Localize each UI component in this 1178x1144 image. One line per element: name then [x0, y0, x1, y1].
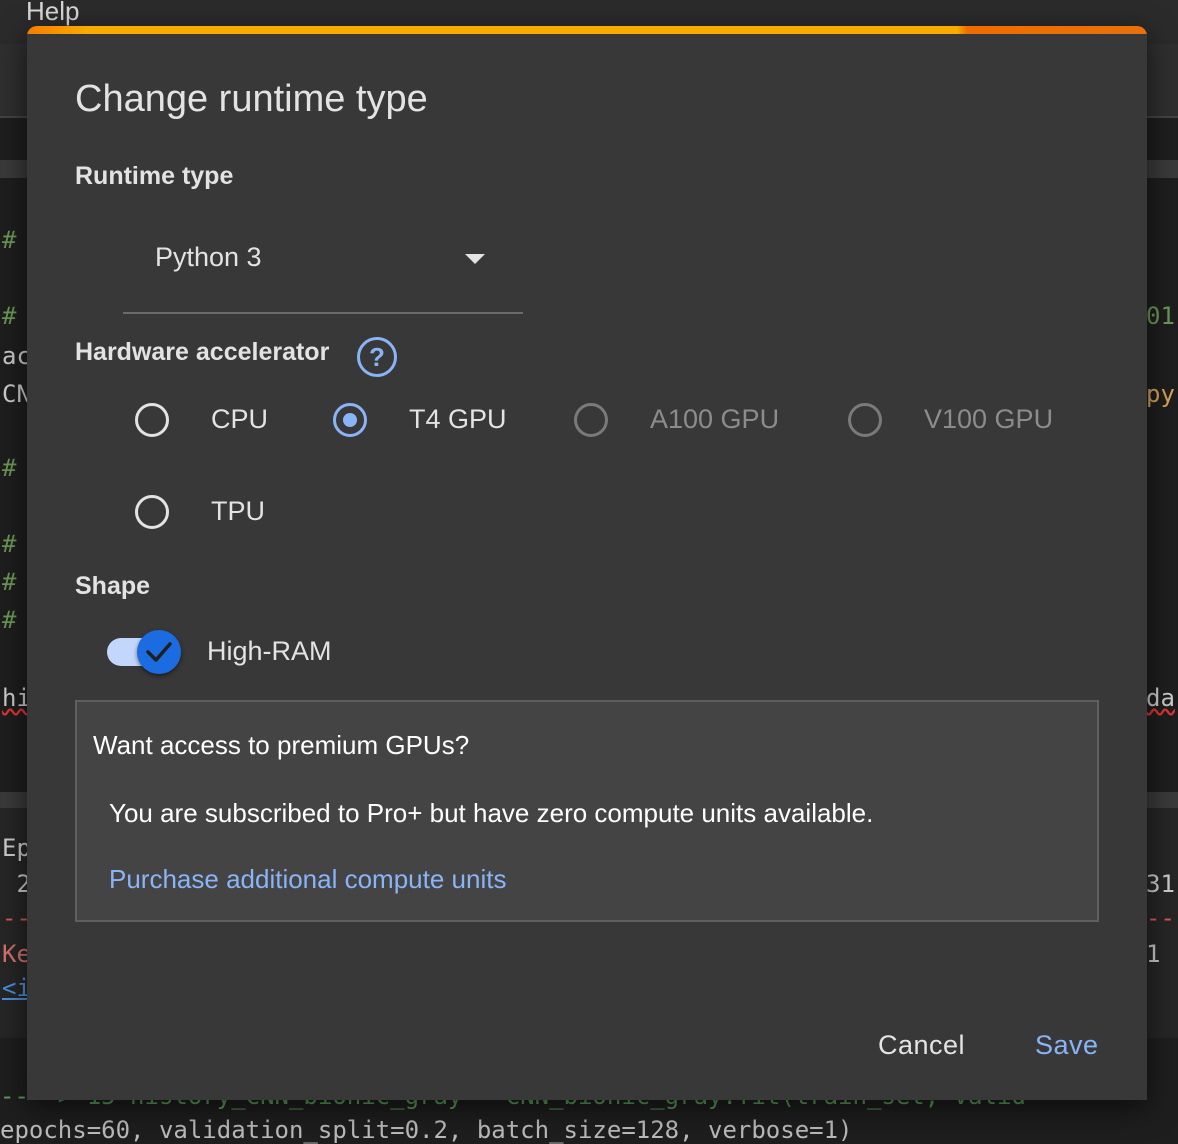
radio-button-checked[interactable] — [333, 403, 367, 437]
runtime-type-value: Python 3 — [155, 242, 262, 272]
radio-button[interactable] — [135, 495, 169, 529]
output-fragment: 1 — [1146, 940, 1161, 968]
notice-text: You are subscribed to Pro+ but have zero… — [109, 798, 874, 828]
radio-button-disabled — [574, 403, 608, 437]
dropdown-arrow-icon — [465, 254, 485, 264]
code-fragment: py — [1146, 380, 1175, 408]
purchase-compute-units-link[interactable]: Purchase additional compute units — [109, 864, 506, 895]
radio-label: TPU — [211, 496, 265, 526]
output-fragment: 31 — [1146, 870, 1175, 898]
code-fragment: # — [2, 302, 17, 330]
runtime-type-select[interactable]: Python 3 — [123, 216, 523, 314]
shape-label: Shape — [75, 572, 151, 600]
toggle-thumb[interactable] — [137, 630, 181, 674]
code-fragment: da — [1146, 684, 1175, 712]
help-icon[interactable]: ? — [357, 337, 397, 377]
hardware-accelerator-label: Hardware accelerator — [75, 338, 330, 366]
radio-label: CPU — [211, 404, 269, 434]
code-fragment: 01 — [1146, 302, 1175, 330]
code-fragment: # — [2, 226, 17, 254]
radio-label: T4 GPU — [409, 404, 507, 434]
radio-label: V100 GPU — [924, 404, 1054, 434]
radio-button[interactable] — [135, 403, 169, 437]
code-fragment: # — [2, 530, 17, 558]
cancel-button[interactable]: Cancel — [878, 1030, 965, 1061]
progress-bar — [27, 26, 1147, 34]
dialog-title: Change runtime type — [75, 78, 428, 120]
notice-title: Want access to premium GPUs? — [93, 730, 470, 760]
output-fragment: -- — [1146, 904, 1175, 932]
premium-gpu-notice: Want access to premium GPUs? You are sub… — [75, 700, 1099, 922]
radio-button-disabled — [848, 403, 882, 437]
code-fragment: # — [2, 454, 17, 482]
code-fragment: # — [2, 568, 17, 596]
radio-label: A100 GPU — [650, 404, 780, 434]
code-fragment: # — [2, 606, 17, 634]
progress-bar-fill — [27, 26, 1147, 34]
save-button[interactable]: Save — [1035, 1030, 1099, 1061]
output-fragment: epochs=60, validation_split=0.2, batch_s… — [0, 1116, 853, 1144]
high-ram-label: High-RAM — [207, 636, 332, 666]
check-icon — [146, 642, 172, 662]
change-runtime-dialog: Change runtime type Runtime type Python … — [27, 26, 1147, 1100]
runtime-type-label: Runtime type — [75, 162, 234, 190]
menu-help[interactable]: Help — [26, 0, 79, 27]
